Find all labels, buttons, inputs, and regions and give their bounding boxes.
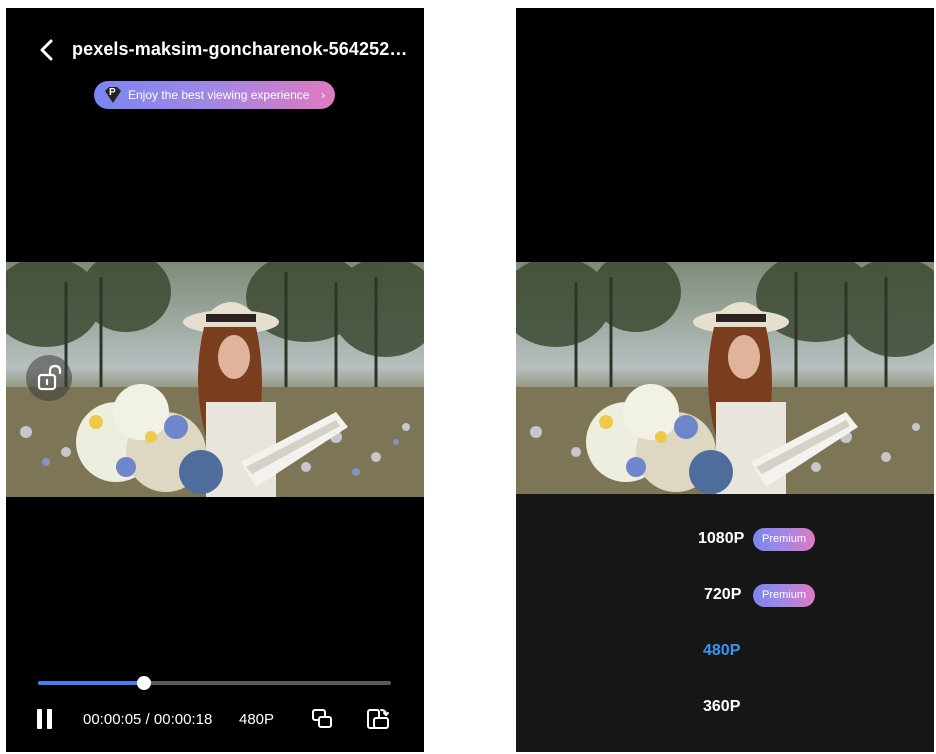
- progress-fill: [38, 681, 144, 685]
- pause-icon[interactable]: [36, 709, 54, 731]
- quality-option-label: 1080P: [698, 530, 745, 547]
- quality-option-label: 720P: [704, 586, 742, 603]
- playback-progress-slider[interactable]: [38, 676, 391, 690]
- video-frame[interactable]: [516, 262, 934, 497]
- back-icon[interactable]: [36, 37, 58, 63]
- playback-controls: 00:00:05 / 00:00:18 480P: [6, 705, 424, 735]
- player-top-bar: pexels-maksim-goncharenok-5642523....: [6, 36, 424, 64]
- time-display: 00:00:05 / 00:00:18: [83, 711, 213, 728]
- quality-option-360p[interactable]: 360P: [516, 693, 934, 723]
- video-image: [516, 262, 934, 497]
- quality-menu: 1080P Premium 720P Premium 480P 360P: [516, 494, 934, 752]
- quality-option-1080p[interactable]: 1080P Premium: [516, 525, 934, 555]
- quality-option-label: 360P: [703, 698, 741, 715]
- premium-badge: Premium: [753, 584, 815, 607]
- quality-option-label: 480P: [703, 642, 741, 659]
- quality-button[interactable]: 480P: [239, 711, 274, 728]
- lock-open-icon: [37, 364, 62, 391]
- premium-badge: Premium: [753, 528, 815, 551]
- premium-promo-banner[interactable]: P Enjoy the best viewing experience ›: [94, 81, 335, 109]
- promo-badge-letter: P: [109, 87, 116, 98]
- diamond-icon: P: [104, 86, 122, 104]
- chevron-right-icon: ›: [321, 88, 325, 102]
- video-title: pexels-maksim-goncharenok-5642523....: [72, 39, 412, 59]
- promo-text: Enjoy the best viewing experience: [128, 88, 310, 102]
- player-screen: pexels-maksim-goncharenok-5642523.... P …: [6, 8, 424, 752]
- progress-thumb[interactable]: [136, 676, 151, 690]
- pip-icon[interactable]: [311, 708, 333, 730]
- quality-option-720p[interactable]: 720P Premium: [516, 581, 934, 611]
- screen-lock-button[interactable]: [26, 355, 72, 401]
- rotate-screen-icon[interactable]: [366, 707, 390, 731]
- quality-screen: 1080P Premium 720P Premium 480P 360P: [516, 8, 934, 752]
- quality-option-480p[interactable]: 480P: [516, 637, 934, 667]
